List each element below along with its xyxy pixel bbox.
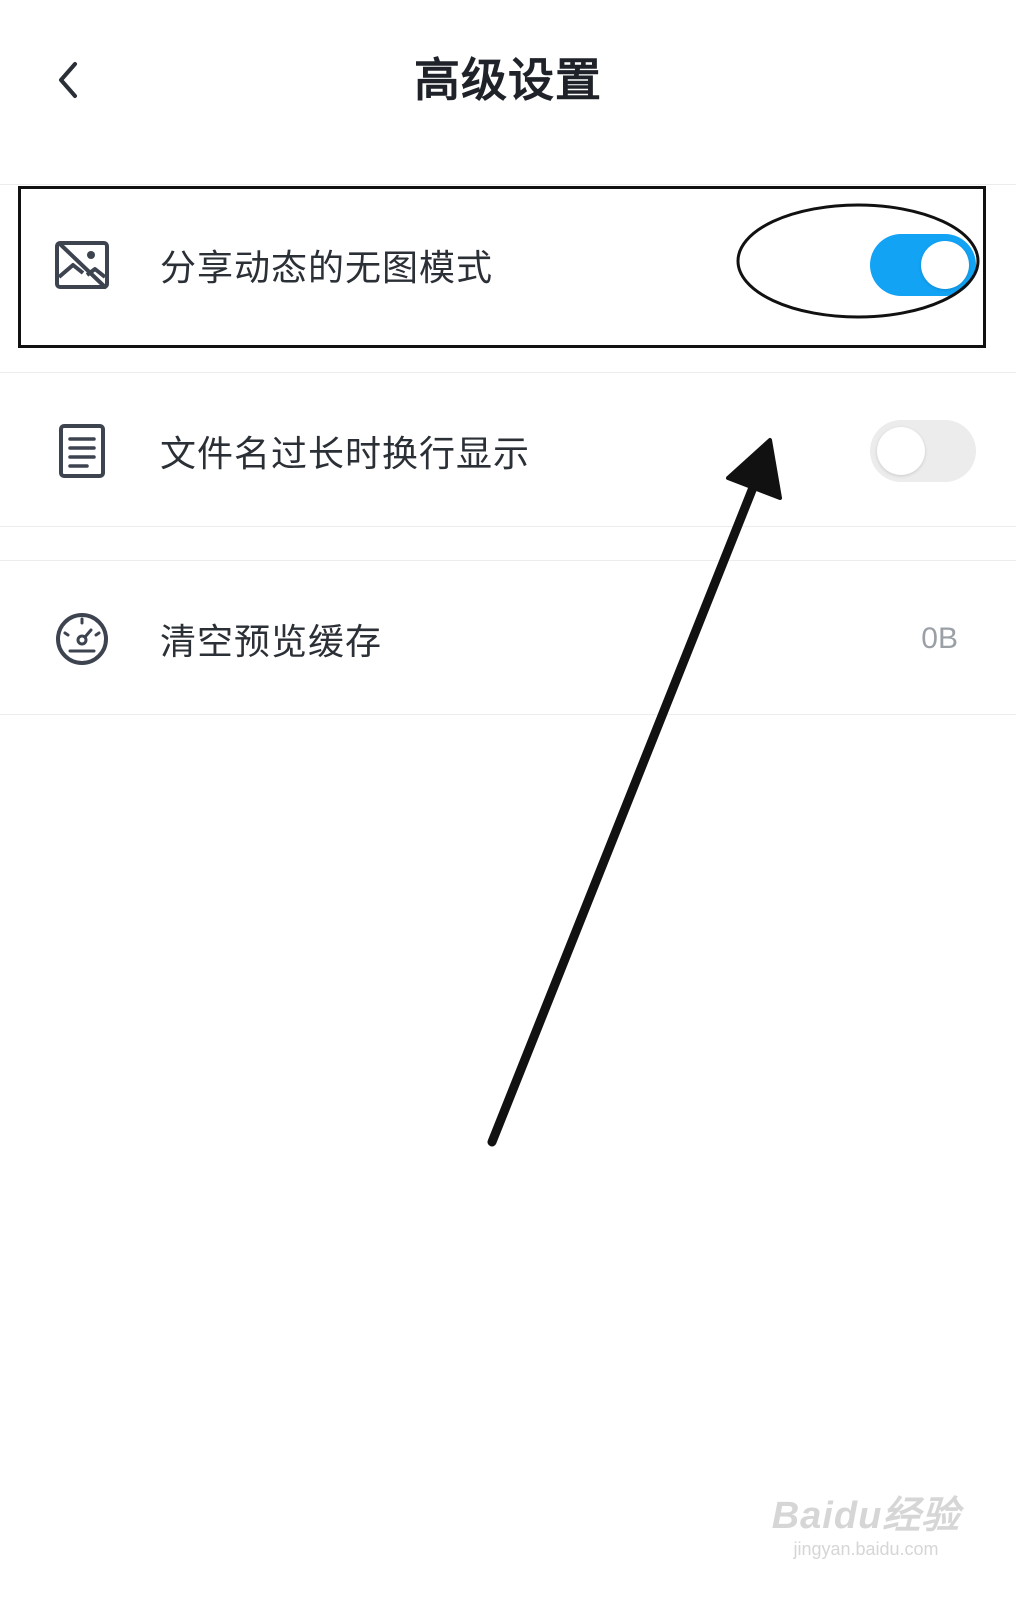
filename-wrap-toggle[interactable] (870, 420, 976, 482)
speedometer-icon (52, 609, 112, 669)
page-title: 高级设置 (414, 53, 602, 107)
document-icon (52, 421, 112, 481)
toggle-knob (877, 427, 925, 475)
watermark-logo-text: Baidu经验 (771, 1495, 961, 1537)
setting-row-filename-wrap: 文件名过长时换行显示 (0, 376, 1016, 526)
header-bar: 高级设置 (0, 0, 1016, 160)
divider (0, 372, 1016, 373)
setting-row-no-image-mode: 分享动态的无图模式 (0, 190, 1016, 340)
divider (0, 526, 1016, 527)
cache-size-value: 0B (921, 622, 958, 655)
divider (0, 714, 1016, 715)
no-image-mode-toggle[interactable] (870, 234, 976, 296)
image-off-icon (52, 235, 112, 295)
setting-label: 分享动态的无图模式 (160, 248, 494, 289)
baidu-watermark: Baidu经验 jingyan.baidu.com (766, 1494, 966, 1584)
divider (0, 184, 1016, 185)
watermark-url: jingyan.baidu.com (793, 1539, 939, 1559)
toggle-knob (921, 241, 969, 289)
setting-label: 文件名过长时换行显示 (160, 434, 531, 475)
setting-row-clear-cache[interactable]: 清空预览缓存 0B (0, 564, 1016, 714)
setting-label: 清空预览缓存 (160, 622, 383, 663)
divider (0, 560, 1016, 561)
